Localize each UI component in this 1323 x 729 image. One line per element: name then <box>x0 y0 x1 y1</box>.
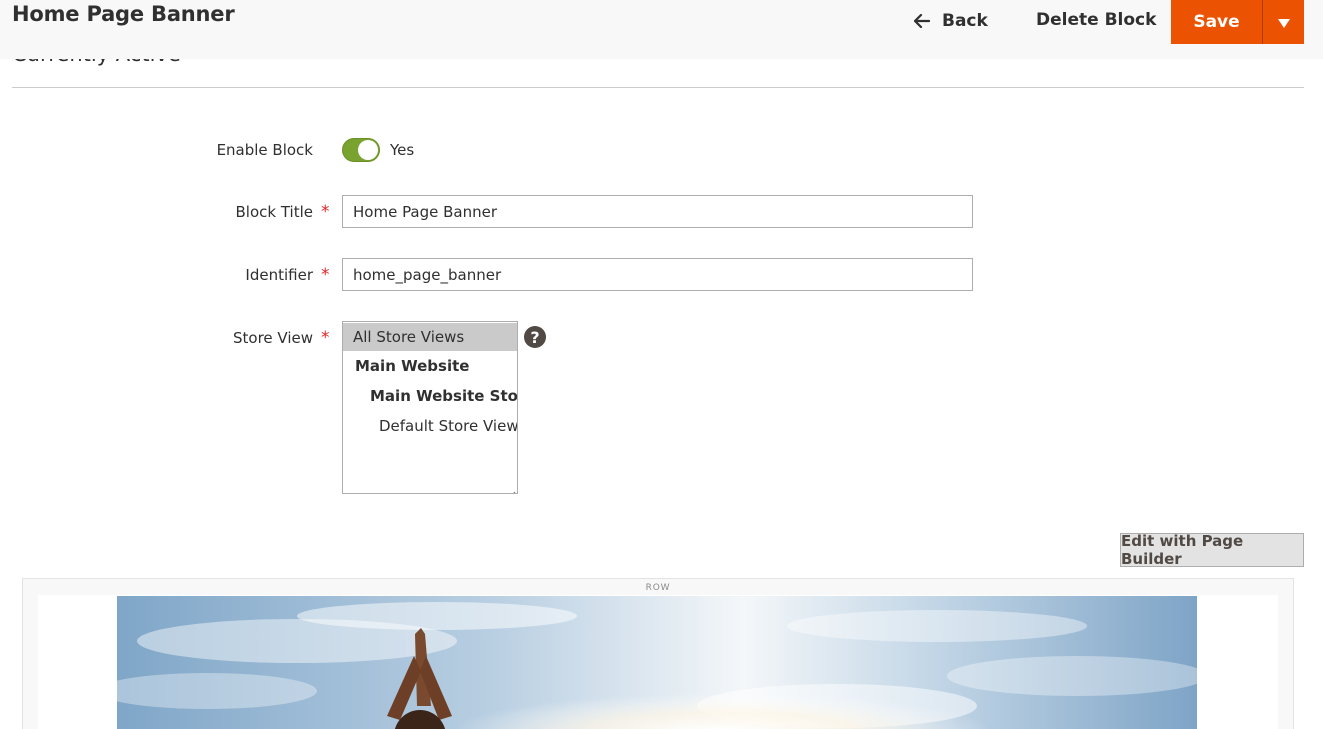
edit-with-page-builder-button[interactable]: Edit with Page Builder <box>1120 532 1304 568</box>
resize-grip-icon[interactable] <box>508 484 516 493</box>
back-button[interactable]: Back <box>914 10 988 32</box>
back-button-label: Back <box>942 11 988 31</box>
page-actions-header: Home Page Banner Back Delete Block Save <box>0 0 1323 59</box>
caret-down-icon <box>1277 13 1290 32</box>
save-options-toggle[interactable] <box>1263 0 1304 44</box>
enable-block-value: Yes <box>390 141 415 159</box>
required-marker: * <box>321 202 330 222</box>
save-button[interactable]: Save <box>1171 0 1262 44</box>
block-title-label: Block Title <box>235 203 313 221</box>
required-marker: * <box>321 265 330 285</box>
page-title: Home Page Banner <box>12 2 235 26</box>
identifier-input[interactable] <box>342 258 973 291</box>
arrow-left-icon <box>914 14 930 28</box>
store-view-option[interactable]: Default Store View <box>343 412 517 440</box>
block-title-input[interactable] <box>342 195 973 228</box>
delete-block-button[interactable]: Delete Block <box>1036 10 1156 30</box>
enable-block-label: Enable Block <box>216 141 313 159</box>
store-view-option[interactable]: Main Website Store <box>343 382 517 410</box>
store-view-multiselect[interactable]: All Store Views Main Website Main Websit… <box>342 321 518 494</box>
store-view-option[interactable]: All Store Views <box>343 323 517 351</box>
row-label: ROW <box>645 583 671 593</box>
toggle-knob <box>358 140 378 160</box>
required-marker: * <box>321 328 330 348</box>
page-builder-stage: ROW <box>22 578 1294 729</box>
enable-block-toggle[interactable] <box>342 138 380 162</box>
help-icon[interactable]: ? <box>524 326 546 348</box>
store-view-label: Store View <box>232 329 313 347</box>
store-view-option[interactable]: Main Website <box>343 352 517 380</box>
row-content <box>38 595 1278 729</box>
section-divider <box>12 87 1304 88</box>
save-button-group: Save <box>1171 0 1304 44</box>
banner-image <box>117 596 1197 729</box>
identifier-label: Identifier <box>245 266 313 284</box>
